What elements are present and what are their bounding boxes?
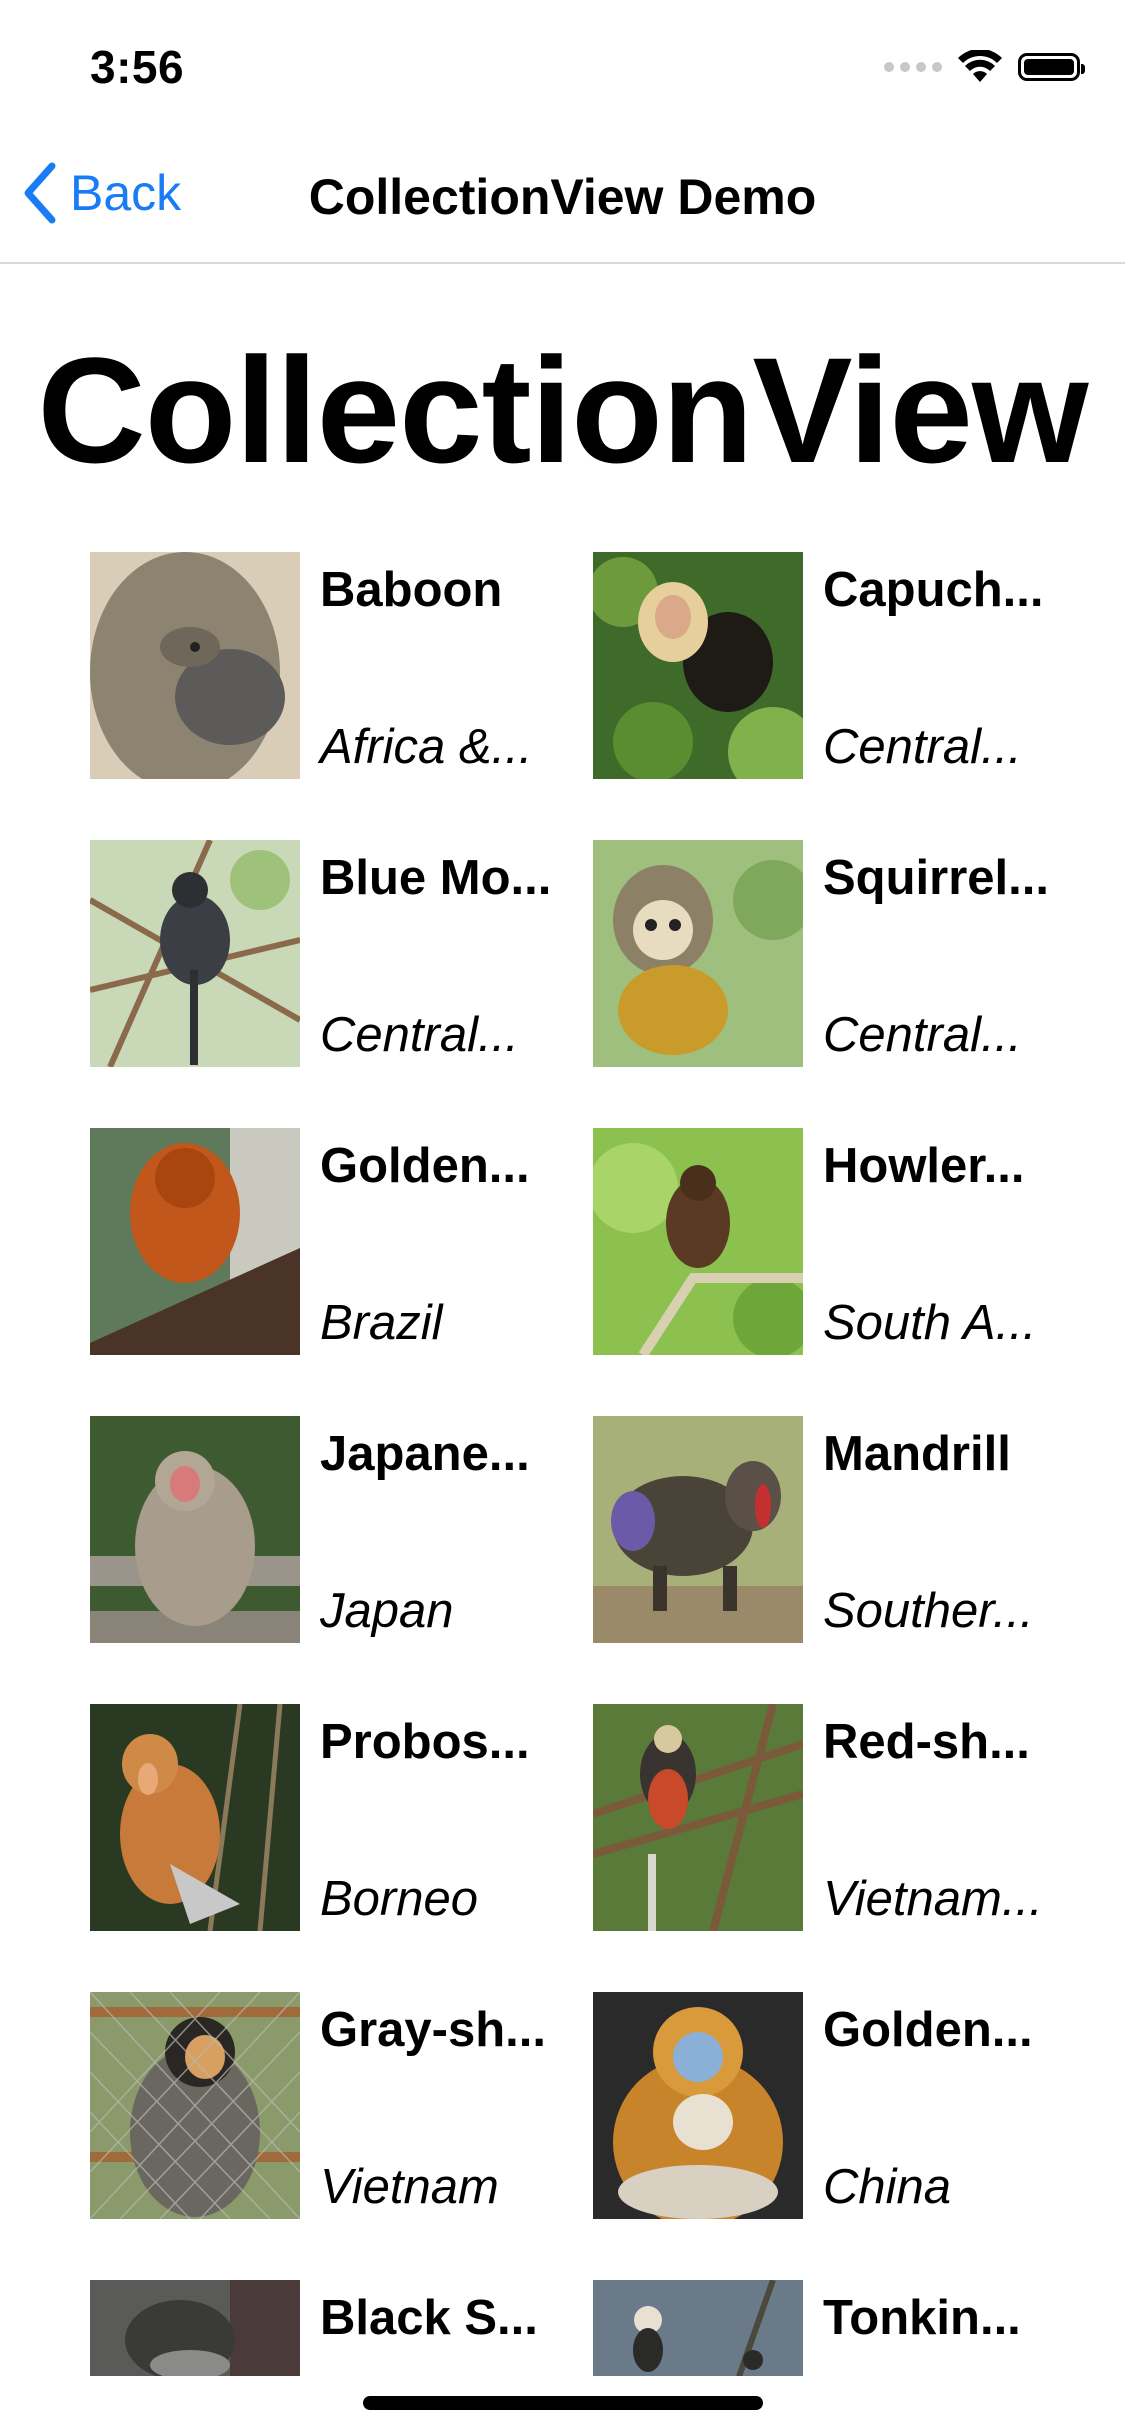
monkey-name: Red-sh... — [823, 1715, 1030, 1769]
collection-cell[interactable]: Golden... Brazil — [90, 1128, 593, 1355]
navigation-bar: Back CollectionView Demo — [0, 132, 1125, 264]
monkey-region: China — [823, 2160, 952, 2214]
home-indicator[interactable] — [363, 2396, 763, 2410]
collection-cell[interactable]: Probos... Borneo — [90, 1704, 593, 1931]
signal-dots-icon — [884, 62, 942, 72]
collection-cell[interactable]: Golden... China — [593, 1992, 1060, 2219]
japanese-macaque-photo — [90, 1416, 300, 1643]
monkey-name: Squirrel... — [823, 851, 1050, 905]
capuchin-photo — [593, 552, 803, 779]
collection-cell[interactable]: Red-sh... Vietnam... — [593, 1704, 1060, 1931]
status-bar: 3:56 — [0, 0, 1125, 132]
monkey-name: Gray-sh... — [320, 2003, 547, 2057]
monkey-name: Blue Mo... — [320, 851, 552, 905]
monkey-name: Capuch... — [823, 563, 1044, 617]
collection-cell[interactable]: Howler... South A... — [593, 1128, 1060, 1355]
monkey-name: Golden... — [823, 2003, 1033, 2057]
golden-lion-tamarin-photo — [90, 1128, 300, 1355]
howler-monkey-photo — [593, 1128, 803, 1355]
monkey-region: Central... — [823, 720, 1022, 774]
monkey-name: Mandrill — [823, 1427, 1011, 1481]
baboon-photo — [90, 552, 300, 779]
collection-cell[interactable]: Capuch... Central... — [593, 552, 1060, 779]
monkey-region: South A... — [823, 1296, 1037, 1350]
monkey-name: Probos... — [320, 1715, 530, 1769]
monkey-name: Howler... — [823, 1139, 1025, 1193]
monkey-name: Black S... — [320, 2291, 538, 2345]
monkey-region: Vietnam... — [823, 1872, 1043, 1926]
monkey-region: Africa &... — [320, 720, 533, 774]
status-time: 3:56 — [90, 41, 185, 93]
monkey-name: Tonkin... — [823, 2291, 1021, 2345]
tonkin-snub-nosed-monkey-photo — [593, 2280, 803, 2376]
collection-cell[interactable]: Squirrel... Central... — [593, 840, 1060, 1067]
collection-cell[interactable]: Baboon Africa &... — [90, 552, 593, 779]
collection-cell[interactable]: Black S... — [90, 2280, 593, 2376]
monkey-region: Japan — [320, 1584, 454, 1638]
monkey-name: Baboon — [320, 563, 503, 617]
page-heading: CollectionView — [37, 326, 1088, 494]
red-shanked-douc-photo — [593, 1704, 803, 1931]
battery-icon — [1018, 53, 1085, 81]
black-snub-nosed-monkey-photo — [90, 2280, 300, 2376]
monkey-region: Central... — [823, 1008, 1022, 1062]
collection-cell[interactable]: Japane... Japan — [90, 1416, 593, 1643]
collection-cell[interactable]: Tonkin... — [593, 2280, 1060, 2376]
monkey-region: Borneo — [320, 1872, 479, 1926]
mandrill-photo — [593, 1416, 803, 1643]
golden-snub-nosed-monkey-photo — [593, 1992, 803, 2219]
nav-title: CollectionView Demo — [308, 169, 817, 225]
monkey-region: Vietnam — [320, 2160, 499, 2214]
monkey-region: Brazil — [320, 1296, 443, 1350]
monkey-name: Japane... — [320, 1427, 530, 1481]
monkey-region: Central... — [320, 1008, 519, 1062]
wifi-icon — [958, 50, 1002, 82]
gray-shanked-douc-photo — [90, 1992, 300, 2219]
monkey-name: Golden... — [320, 1139, 530, 1193]
collection-cell[interactable]: Blue Mo... Central... — [90, 840, 593, 1067]
collection-grid: Baboon Africa &... Capuch... Central... — [90, 552, 1060, 2376]
collection-cell[interactable]: Gray-sh... Vietnam — [90, 1992, 593, 2219]
status-icons — [884, 50, 1085, 84]
proboscis-monkey-photo — [90, 1704, 300, 1931]
squirrel-monkey-photo — [593, 840, 803, 1067]
collection-cell[interactable]: Mandrill Souther... — [593, 1416, 1060, 1643]
monkey-region: Souther... — [823, 1584, 1034, 1638]
blue-monkey-photo — [90, 840, 300, 1067]
